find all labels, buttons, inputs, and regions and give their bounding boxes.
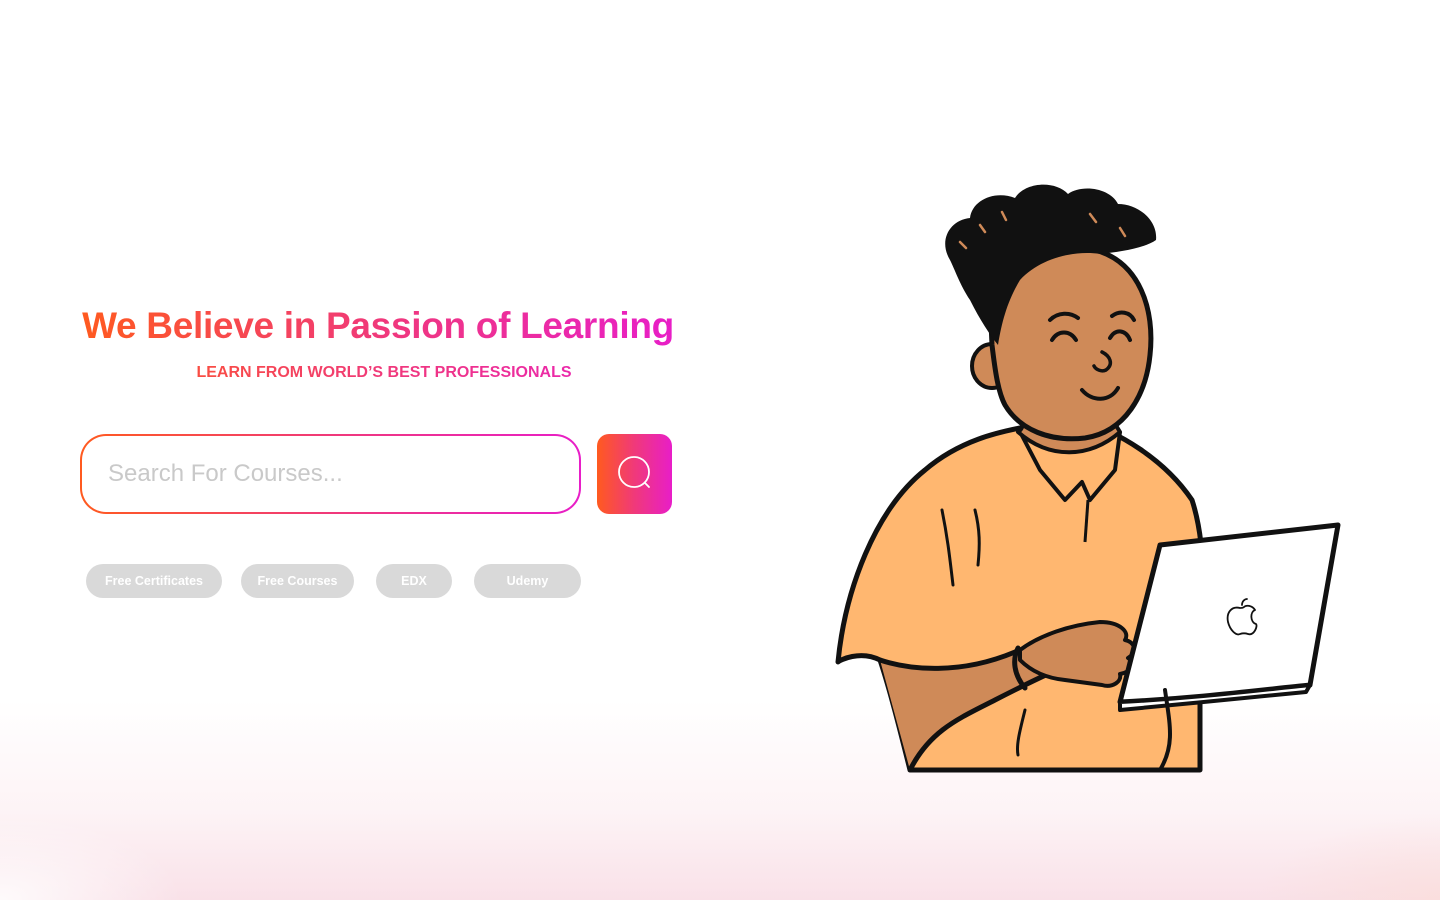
illustration-svg xyxy=(835,184,1341,773)
tag-free-courses[interactable]: Free Courses xyxy=(241,564,354,598)
hero-section: We Believe in Passion of Learning LEARN … xyxy=(80,300,680,384)
search-button[interactable] xyxy=(597,434,672,514)
hero-subtitle: LEARN FROM WORLD’S BEST PROFESSIONALS xyxy=(80,362,688,384)
tag-udemy[interactable]: Udemy xyxy=(474,564,581,598)
search-icon xyxy=(617,455,653,494)
search-input[interactable] xyxy=(82,436,579,512)
hero-title: We Believe in Passion of Learning xyxy=(80,300,676,352)
tag-free-certificates[interactable]: Free Certificates xyxy=(86,564,222,598)
landing-page: We Believe in Passion of Learning LEARN … xyxy=(0,0,1440,900)
tag-edx[interactable]: EDX xyxy=(376,564,452,598)
person-with-laptop-illustration xyxy=(820,170,1360,800)
search-input-wrapper xyxy=(80,434,581,514)
search-bar xyxy=(80,434,680,514)
